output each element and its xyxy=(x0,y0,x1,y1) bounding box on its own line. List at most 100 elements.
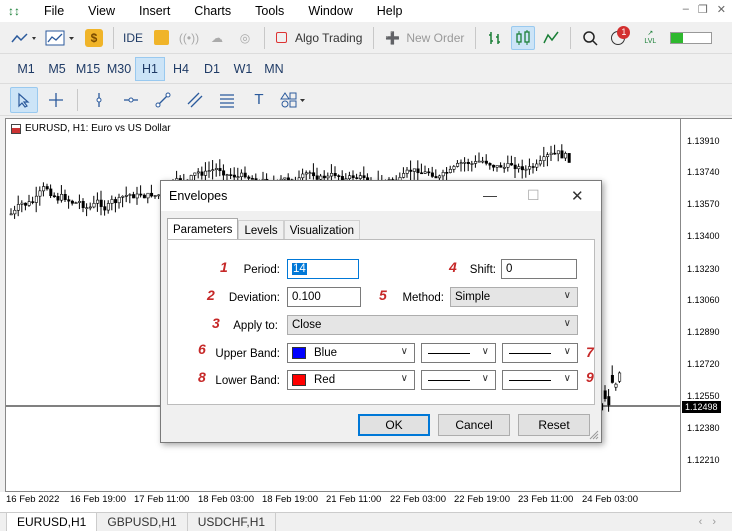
horizontal-line-tool[interactable] xyxy=(117,88,145,112)
shop-button[interactable] xyxy=(149,26,173,50)
timeframe-mn[interactable]: MN xyxy=(259,57,289,81)
menu-insert[interactable]: Insert xyxy=(127,4,182,18)
timeframe-m15[interactable]: M15 xyxy=(73,57,103,81)
timeframe-m30[interactable]: M30 xyxy=(104,57,134,81)
notification-badge: 1 xyxy=(617,25,631,39)
candle xyxy=(124,186,128,203)
cancel-button[interactable]: Cancel xyxy=(438,414,510,436)
candle xyxy=(200,166,204,180)
templates-icon xyxy=(45,30,74,45)
candle xyxy=(333,166,337,179)
reset-button[interactable]: Reset xyxy=(518,414,590,436)
line-button[interactable] xyxy=(539,26,563,50)
text-icon: T xyxy=(254,91,264,108)
candle xyxy=(430,166,434,178)
new-order-button[interactable]: ➕ New Order xyxy=(381,26,468,50)
lower-band-color-select[interactable]: Red ∨ xyxy=(287,370,415,390)
new-order-icon: ➕ xyxy=(385,30,401,45)
cursor-tool[interactable] xyxy=(10,86,38,113)
crosshair-tool[interactable] xyxy=(42,88,70,112)
shift-input[interactable]: 0 xyxy=(501,259,577,279)
marker-5: 5 xyxy=(379,287,387,303)
vertical-line-tool[interactable] xyxy=(85,88,113,112)
timeframe-d1[interactable]: D1 xyxy=(197,57,227,81)
deviation-input[interactable]: 0.100 xyxy=(287,287,361,307)
tab-scroll-arrows[interactable]: ‹› xyxy=(699,516,726,528)
ok-button[interactable]: OK xyxy=(358,414,430,436)
fibonacci-tool[interactable] xyxy=(213,88,241,112)
candle xyxy=(142,193,146,199)
drawing-toolbar: T xyxy=(0,84,732,116)
search-button[interactable] xyxy=(578,26,602,50)
tab-parameters[interactable]: Parameters xyxy=(167,218,239,240)
tab-visualization[interactable]: Visualization xyxy=(283,220,361,240)
timeframe-h1[interactable]: H1 xyxy=(135,56,165,81)
candle xyxy=(218,159,222,177)
timeframe-m1[interactable]: M1 xyxy=(11,57,41,81)
candlestick-button[interactable] xyxy=(511,25,536,50)
candle xyxy=(492,164,496,172)
market-button[interactable]: $ xyxy=(82,26,106,50)
candle xyxy=(31,196,35,205)
menu-help[interactable]: Help xyxy=(365,4,415,18)
minimize-icon[interactable]: – xyxy=(683,3,689,16)
parameters-panel: 1 2 3 4 5 6 7 8 9 Period: 14 Shift: 0 De… xyxy=(167,239,595,405)
menu-window[interactable]: Window xyxy=(296,4,364,18)
candle xyxy=(78,194,82,210)
close-icon[interactable]: ✕ xyxy=(717,3,726,16)
menu-tools[interactable]: Tools xyxy=(243,4,296,18)
dialog-minimize-icon[interactable]: — xyxy=(483,187,497,203)
candle xyxy=(34,186,38,213)
timeframe-h4[interactable]: H4 xyxy=(166,57,196,81)
dialog-close-icon[interactable]: ✕ xyxy=(571,187,584,205)
period-input[interactable]: 14 xyxy=(287,259,359,279)
channel-tool[interactable] xyxy=(181,88,209,112)
resize-grip-icon[interactable] xyxy=(589,430,599,440)
lower-band-style-select[interactable]: ∨ xyxy=(421,370,496,390)
vps-button[interactable]: ☁ xyxy=(205,26,229,50)
candle xyxy=(24,202,28,211)
upper-band-color-select[interactable]: Blue ∨ xyxy=(287,343,415,363)
timeframe-m5[interactable]: M5 xyxy=(42,57,72,81)
chevron-down-icon: ∨ xyxy=(563,290,571,301)
dialog-titlebar[interactable]: Envelopes — ☐ ✕ xyxy=(161,181,601,211)
method-select[interactable]: Simple ∨ xyxy=(450,287,578,307)
algo-trading-label: Algo Trading xyxy=(295,30,363,45)
upper-band-width-select[interactable]: ∨ xyxy=(502,343,578,363)
upper-band-style-select[interactable]: ∨ xyxy=(421,343,496,363)
chart-type-button[interactable] xyxy=(10,26,40,50)
candle xyxy=(427,168,431,176)
tab-levels[interactable]: Levels xyxy=(238,220,284,240)
candle xyxy=(132,191,136,199)
candle xyxy=(42,182,46,197)
candle xyxy=(618,371,622,383)
signals-button[interactable]: ((•)) xyxy=(177,26,201,50)
candle xyxy=(207,161,211,178)
shapes-tool[interactable] xyxy=(277,88,311,112)
candle xyxy=(474,155,478,168)
level-button[interactable]: ↗ LVL xyxy=(638,26,662,50)
ide-button[interactable]: IDE xyxy=(121,26,145,50)
menu-view[interactable]: View xyxy=(76,4,127,18)
restore-icon[interactable]: ❐ xyxy=(698,3,708,16)
text-tool[interactable]: T xyxy=(245,88,273,112)
timeframe-w1[interactable]: W1 xyxy=(228,57,258,81)
symbol-tab-eurusd[interactable]: EURUSD,H1 xyxy=(6,512,98,531)
price-label: 1.13060 xyxy=(687,295,720,305)
bar-chart-button[interactable] xyxy=(483,26,507,50)
trendline-tool[interactable] xyxy=(149,88,177,112)
candle xyxy=(488,162,492,170)
apply-to-select[interactable]: Close ∨ xyxy=(287,315,578,335)
templates-button[interactable] xyxy=(44,26,78,50)
price-label: 1.13400 xyxy=(687,231,720,241)
algo-trading-button[interactable]: Algo Trading xyxy=(272,26,366,50)
candle xyxy=(499,162,503,168)
symbol-tab-gbpusd[interactable]: GBPUSD,H1 xyxy=(97,512,188,531)
menu-file[interactable]: File xyxy=(32,4,76,18)
notifications-button[interactable]: 1 xyxy=(606,25,631,50)
symbol-tab-usdchf[interactable]: USDCHF,H1 xyxy=(188,512,277,531)
lower-band-width-select[interactable]: ∨ xyxy=(502,370,578,390)
candle xyxy=(409,160,413,181)
community-button[interactable]: ◎ xyxy=(233,26,257,50)
menu-charts[interactable]: Charts xyxy=(182,4,243,18)
